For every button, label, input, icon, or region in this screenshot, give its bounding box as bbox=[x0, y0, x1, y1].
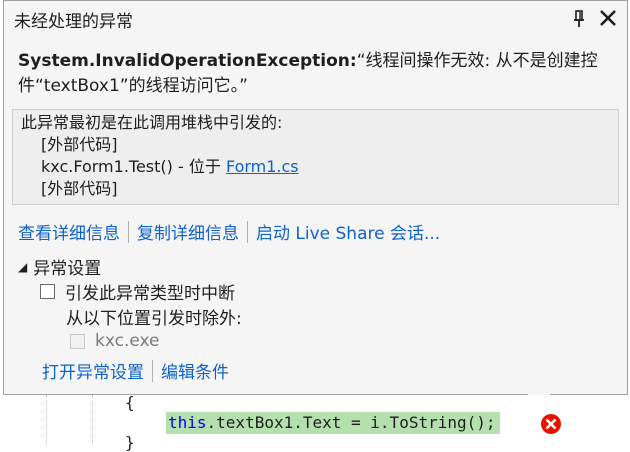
code-text: .textBox1.Text = i.ToString(); bbox=[206, 413, 496, 432]
stack-frame-text: kxc.Form1.Test() - 位于 bbox=[41, 157, 226, 176]
code-editor[interactable]: { this.textBox1.Text = i.ToString(); } bbox=[0, 393, 630, 452]
divider bbox=[247, 220, 248, 243]
break-when-thrown-option[interactable]: 引发此异常类型时中断 bbox=[40, 279, 235, 304]
exception-helper-popup: 未经处理的异常 System.InvalidOperationException… bbox=[3, 0, 628, 395]
close-icon[interactable] bbox=[597, 7, 619, 29]
source-file-link[interactable]: Form1.cs bbox=[226, 157, 299, 176]
pin-icon[interactable] bbox=[571, 8, 587, 30]
live-share-link[interactable]: 启动 Live Share 会话... bbox=[256, 219, 440, 244]
break-when-thrown-label: 引发此异常类型时中断 bbox=[65, 284, 235, 304]
stack-frame-test: kxc.Form1.Test() - 位于 Form1.cs bbox=[21, 156, 618, 178]
edit-conditions-link[interactable]: 编辑条件 bbox=[161, 358, 229, 383]
module-checkbox bbox=[70, 333, 85, 349]
highlighted-code-line[interactable]: this.textBox1.Text = i.ToString(); bbox=[166, 412, 500, 434]
call-stack-header: 此异常最初是在此调用堆栈中引发的: bbox=[21, 113, 283, 132]
collapse-triangle-icon[interactable]: ◢ bbox=[18, 260, 27, 274]
view-details-link[interactable]: 查看详细信息 bbox=[18, 219, 120, 244]
exception-message: System.InvalidOperationException:“线程间操作无… bbox=[18, 49, 608, 99]
exception-settings-title: 异常设置 bbox=[33, 259, 102, 279]
exception-type: System.InvalidOperationException: bbox=[18, 51, 357, 71]
divider bbox=[128, 220, 129, 243]
indent-guide bbox=[92, 395, 93, 445]
settings-links: 打开异常设置 编辑条件 bbox=[42, 358, 229, 383]
divider bbox=[152, 359, 153, 382]
copy-details-link[interactable]: 复制详细信息 bbox=[137, 219, 239, 244]
indent-guide bbox=[46, 395, 47, 445]
exception-settings-header[interactable]: ◢ 异常设置 bbox=[18, 254, 101, 279]
module-label: kxc.exe bbox=[95, 331, 160, 351]
code-keyword: this bbox=[168, 413, 207, 432]
module-option: kxc.exe bbox=[70, 331, 160, 351]
stack-frame-external-2: [外部代码] bbox=[41, 179, 118, 198]
code-close-brace: } bbox=[125, 433, 135, 452]
action-links: 查看详细信息 复制详细信息 启动 Live Share 会话... bbox=[18, 219, 440, 244]
break-when-thrown-checkbox[interactable] bbox=[40, 284, 55, 299]
error-icon bbox=[541, 414, 561, 434]
stack-frame-external-1: [外部代码] bbox=[41, 135, 118, 154]
code-open-brace: { bbox=[125, 393, 135, 412]
popup-title: 未经处理的异常 bbox=[14, 11, 133, 32]
call-stack-box: 此异常最初是在此调用堆栈中引发的: [外部代码] kxc.Form1.Test(… bbox=[12, 109, 619, 205]
open-exception-settings-link[interactable]: 打开异常设置 bbox=[42, 358, 144, 383]
popup-titlebar: 未经处理的异常 bbox=[4, 1, 627, 37]
except-when-label: 从以下位置引发时除外: bbox=[66, 309, 242, 329]
